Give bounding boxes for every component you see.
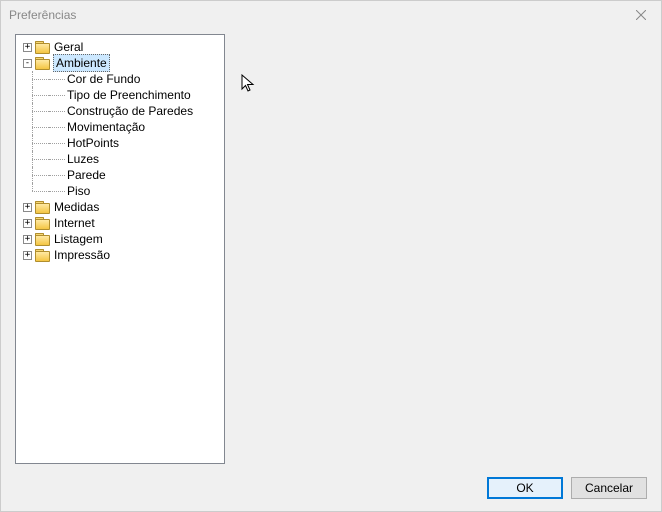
cursor-icon (241, 74, 257, 94)
tree-label: Movimentação (67, 119, 145, 135)
tree-label: Listagem (54, 231, 103, 247)
tree-node-ambiente[interactable]: - Ambiente (18, 55, 222, 71)
tree-leaf[interactable]: Parede (18, 167, 222, 183)
expand-icon[interactable]: + (23, 219, 32, 228)
tree-leaf[interactable]: Piso (18, 183, 222, 199)
tree-label: Luzes (67, 151, 99, 167)
tree-node-listagem[interactable]: + Listagem (18, 231, 222, 247)
expand-icon[interactable]: + (23, 43, 32, 52)
window-title: Preferências (9, 8, 76, 22)
collapse-icon[interactable]: - (23, 59, 32, 68)
expand-icon[interactable]: + (23, 235, 32, 244)
tree-label: Tipo de Preenchimento (67, 87, 191, 103)
expand-icon[interactable]: + (23, 251, 32, 260)
tree-leaf[interactable]: Cor de Fundo (18, 71, 222, 87)
tree-node-internet[interactable]: + Internet (18, 215, 222, 231)
tree-leaf[interactable]: HotPoints (18, 135, 222, 151)
tree-label: Parede (67, 167, 106, 183)
dialog-buttons: OK Cancelar (487, 477, 647, 499)
tree-label: Piso (67, 183, 90, 199)
tree-label: Geral (54, 39, 83, 55)
tree-leaf[interactable]: Movimentação (18, 119, 222, 135)
cancel-button[interactable]: Cancelar (571, 477, 647, 499)
tree-node-medidas[interactable]: + Medidas (18, 199, 222, 215)
tree-node-impressao[interactable]: + Impressão (18, 247, 222, 263)
tree-label: Construção de Paredes (67, 103, 193, 119)
tree-label: Internet (54, 215, 95, 231)
folder-icon (35, 249, 50, 261)
tree-label: Cor de Fundo (67, 71, 140, 87)
close-icon (636, 10, 646, 20)
tree-leaf[interactable]: Luzes (18, 151, 222, 167)
tree-label: Impressão (54, 247, 110, 263)
folder-icon (35, 233, 50, 245)
titlebar: Preferências (1, 1, 661, 29)
ok-button[interactable]: OK (487, 477, 563, 499)
tree-label: Medidas (54, 199, 99, 215)
tree-node-geral[interactable]: + Geral (18, 39, 222, 55)
folder-open-icon (35, 57, 50, 69)
tree-leaf[interactable]: Tipo de Preenchimento (18, 87, 222, 103)
folder-icon (35, 201, 50, 213)
folder-icon (35, 217, 50, 229)
tree-label: Ambiente (53, 54, 110, 72)
tree-leaf[interactable]: Construção de Paredes (18, 103, 222, 119)
close-button[interactable] (621, 1, 661, 29)
tree-label: HotPoints (67, 135, 119, 151)
tree-panel: + Geral - Ambiente Cor de Fundo Tipo de … (15, 34, 225, 464)
folder-icon (35, 41, 50, 53)
expand-icon[interactable]: + (23, 203, 32, 212)
